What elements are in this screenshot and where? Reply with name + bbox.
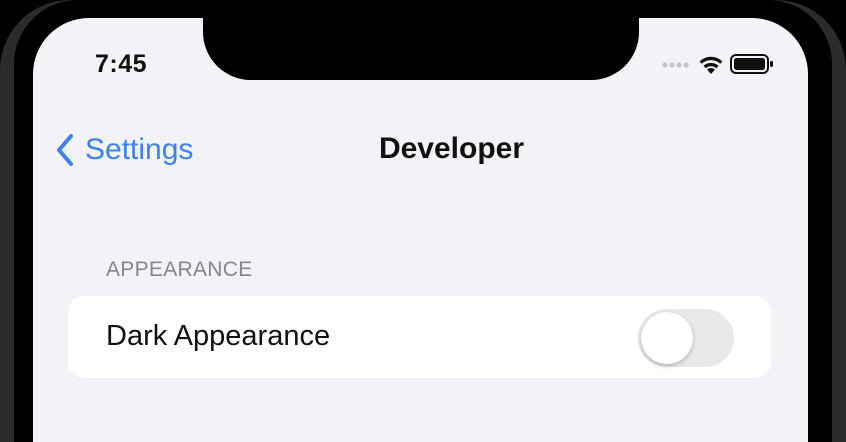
status-time: 7:45 — [95, 50, 148, 78]
signal-dots-icon — [662, 62, 689, 68]
wifi-icon — [699, 56, 723, 74]
battery-icon — [730, 54, 773, 74]
status-icons — [662, 52, 774, 76]
settings-group-appearance: Dark Appearance — [68, 296, 771, 378]
dark-appearance-label: Dark Appearance — [106, 320, 331, 352]
toggle-knob — [641, 312, 693, 364]
dark-appearance-toggle[interactable] — [638, 309, 734, 367]
page-title: Developer — [378, 132, 525, 165]
section-header-appearance: APPEARANCE — [106, 258, 253, 281]
device-screen: 7:45 Settings Developer APPEARANCE Dark … — [33, 18, 808, 442]
device-notch — [203, 18, 639, 80]
